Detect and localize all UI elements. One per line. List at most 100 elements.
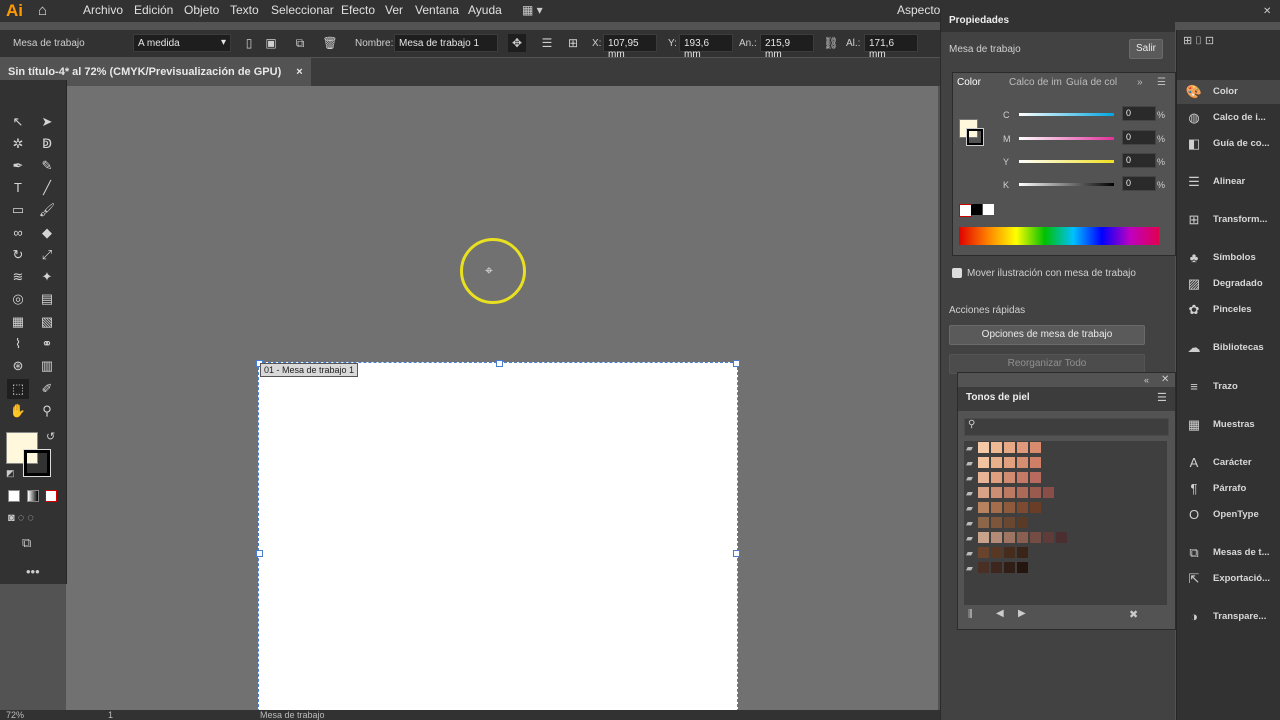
move-copy-icon[interactable]: ✥ [508, 34, 526, 52]
paintbrush-tool-icon[interactable]: 🖌 [36, 200, 58, 220]
prev-icon[interactable]: ◀ [996, 608, 1004, 619]
folder-icon[interactable]: ▰ [966, 458, 973, 469]
next-icon[interactable]: ▶ [1018, 608, 1026, 619]
swatch[interactable] [1004, 457, 1015, 468]
workspace-switcher[interactable]: Aspecto [897, 3, 940, 17]
perspective-grid-tool-icon[interactable]: ▤ [36, 289, 58, 309]
reorganize-button[interactable]: Reorganizar Todo [949, 354, 1145, 374]
artboard-number[interactable]: 1 [108, 710, 113, 720]
dock-collapse-icon[interactable]: ✕ [1263, 6, 1271, 17]
stroke-swatch[interactable] [966, 128, 984, 146]
slider-c[interactable] [1019, 113, 1114, 116]
folder-icon[interactable]: ▰ [966, 518, 973, 529]
menu-objeto[interactable]: Objeto [184, 3, 219, 17]
menu-ayuda[interactable]: Ayuda [468, 3, 502, 17]
rotate-tool-icon[interactable]: ↻ [7, 245, 29, 265]
selection-tool-icon[interactable]: ↖ [7, 112, 29, 132]
none-mode-icon[interactable] [45, 490, 57, 502]
swatch[interactable] [991, 442, 1002, 453]
dock-item-transform[interactable]: ⊞ Transform... [1177, 208, 1280, 232]
dock-item-artboards[interactable]: ⧉ Mesas de t... [1177, 541, 1280, 565]
exit-button[interactable]: Salir [1129, 39, 1163, 59]
column-graph-tool-icon[interactable]: ▥ [36, 356, 58, 376]
slider-y[interactable] [1019, 160, 1114, 163]
swatch[interactable] [1004, 547, 1015, 558]
gradient-tool-icon[interactable]: ▧ [36, 312, 58, 332]
zoom-level[interactable]: 72% [6, 710, 24, 720]
libraries-icon[interactable]: ⫼ [968, 609, 973, 620]
color-mode-icon[interactable] [8, 490, 20, 502]
menu-efecto[interactable]: Efecto [341, 3, 375, 17]
blend-tool-icon[interactable]: ⚭ [36, 334, 58, 354]
artboard-name-input[interactable]: Mesa de trabajo 1 [394, 34, 498, 52]
swatch[interactable] [1030, 457, 1041, 468]
dock-item-gradient[interactable]: ▨ Degradado [1177, 272, 1280, 296]
swatch[interactable] [1030, 442, 1041, 453]
delete-artboard-icon[interactable]: 🗑 [321, 34, 339, 52]
dock-item-color-guide[interactable]: ◧ Guía de co... [1177, 132, 1280, 156]
black-swatch[interactable] [971, 204, 982, 215]
artboard[interactable] [256, 360, 740, 712]
swatch[interactable] [978, 517, 989, 528]
dock-item-stroke[interactable]: ≡ Trazo [1177, 375, 1280, 399]
swatch[interactable] [1043, 532, 1054, 543]
swatch[interactable] [978, 547, 989, 558]
dock-item-palette[interactable]: 🎨 Color [1177, 80, 1280, 104]
swatch[interactable] [1004, 562, 1015, 573]
height-input[interactable]: 171,6 mm [864, 34, 918, 60]
close-icon[interactable]: × [296, 66, 302, 78]
swatch[interactable] [1017, 502, 1028, 513]
swatch[interactable] [1004, 532, 1015, 543]
swatch[interactable] [1004, 472, 1015, 483]
arrange-documents-icon[interactable]: ▦ ▾ [522, 3, 543, 17]
panel-menu-icon[interactable]: ☰ [1157, 391, 1167, 404]
warp-tool-icon[interactable]: ≋ [7, 267, 29, 287]
resize-handle[interactable] [733, 360, 740, 367]
swatch[interactable] [991, 457, 1002, 468]
more-tools-icon[interactable]: ••• [26, 564, 40, 579]
swatch[interactable] [991, 517, 1002, 528]
close-icon[interactable]: ✕ [1161, 374, 1169, 385]
tab-color[interactable]: Color [957, 77, 981, 88]
preset-select[interactable]: A medida ▾ [133, 34, 231, 52]
swap-fill-stroke-icon[interactable]: ↺ [46, 430, 55, 443]
default-colors-icon[interactable]: ◩ [6, 468, 15, 479]
link-proportions-icon[interactable]: ⛓ [822, 34, 840, 52]
new-artboard-icon[interactable]: ⧉ [291, 34, 309, 52]
swatch[interactable] [1030, 532, 1041, 543]
line-tool-icon[interactable]: ╱ [36, 178, 58, 198]
dock-item-transparency[interactable]: ◑ Transpare... [1177, 605, 1280, 629]
artboard-options-icon[interactable]: ☰ [538, 34, 556, 52]
swatch[interactable] [1030, 502, 1041, 513]
swatch[interactable] [1017, 442, 1028, 453]
panel-collapse-icon[interactable]: « [1144, 375, 1149, 385]
swatch[interactable] [978, 532, 989, 543]
screen-mode-icon[interactable]: ⧉ [22, 535, 31, 551]
swatch[interactable] [1017, 457, 1028, 468]
home-icon[interactable]: ⌂ [38, 2, 47, 19]
dock-item-paragraph[interactable]: ¶ Párrafo [1177, 477, 1280, 501]
white-swatch[interactable] [983, 204, 994, 215]
menu-ventana[interactable]: Ventana [415, 3, 459, 17]
swatch[interactable] [1030, 472, 1041, 483]
value-c[interactable]: 0 [1122, 106, 1156, 121]
rectangle-tool-icon[interactable]: ▭ [7, 200, 29, 220]
expand-tabs-icon[interactable]: » [1137, 77, 1143, 88]
folder-icon[interactable]: ▰ [966, 473, 973, 484]
dock-item-trace[interactable]: ◍ Calco de i... [1177, 106, 1280, 130]
folder-icon[interactable]: ▰ [966, 503, 973, 514]
shape-builder-tool-icon[interactable]: ◎ [7, 289, 29, 309]
swatch[interactable] [1004, 487, 1015, 498]
swatch[interactable] [1017, 532, 1028, 543]
dock-item-libraries[interactable]: ☁ Bibliotecas [1177, 336, 1280, 360]
dock-item-character[interactable]: A Carácter [1177, 451, 1280, 475]
artboard-tool-icon[interactable]: ⬚ [7, 379, 29, 399]
value-y[interactable]: 0 [1122, 153, 1156, 168]
reference-point-icon[interactable]: ⊞ [564, 34, 582, 52]
hand-tool-icon[interactable]: ✋ [7, 401, 29, 421]
swatch[interactable] [991, 502, 1002, 513]
scale-tool-icon[interactable]: ⤢ [36, 245, 58, 265]
stroke-swatch[interactable] [23, 449, 51, 477]
swatch[interactable] [1043, 487, 1054, 498]
folder-icon[interactable]: ▰ [966, 443, 973, 454]
